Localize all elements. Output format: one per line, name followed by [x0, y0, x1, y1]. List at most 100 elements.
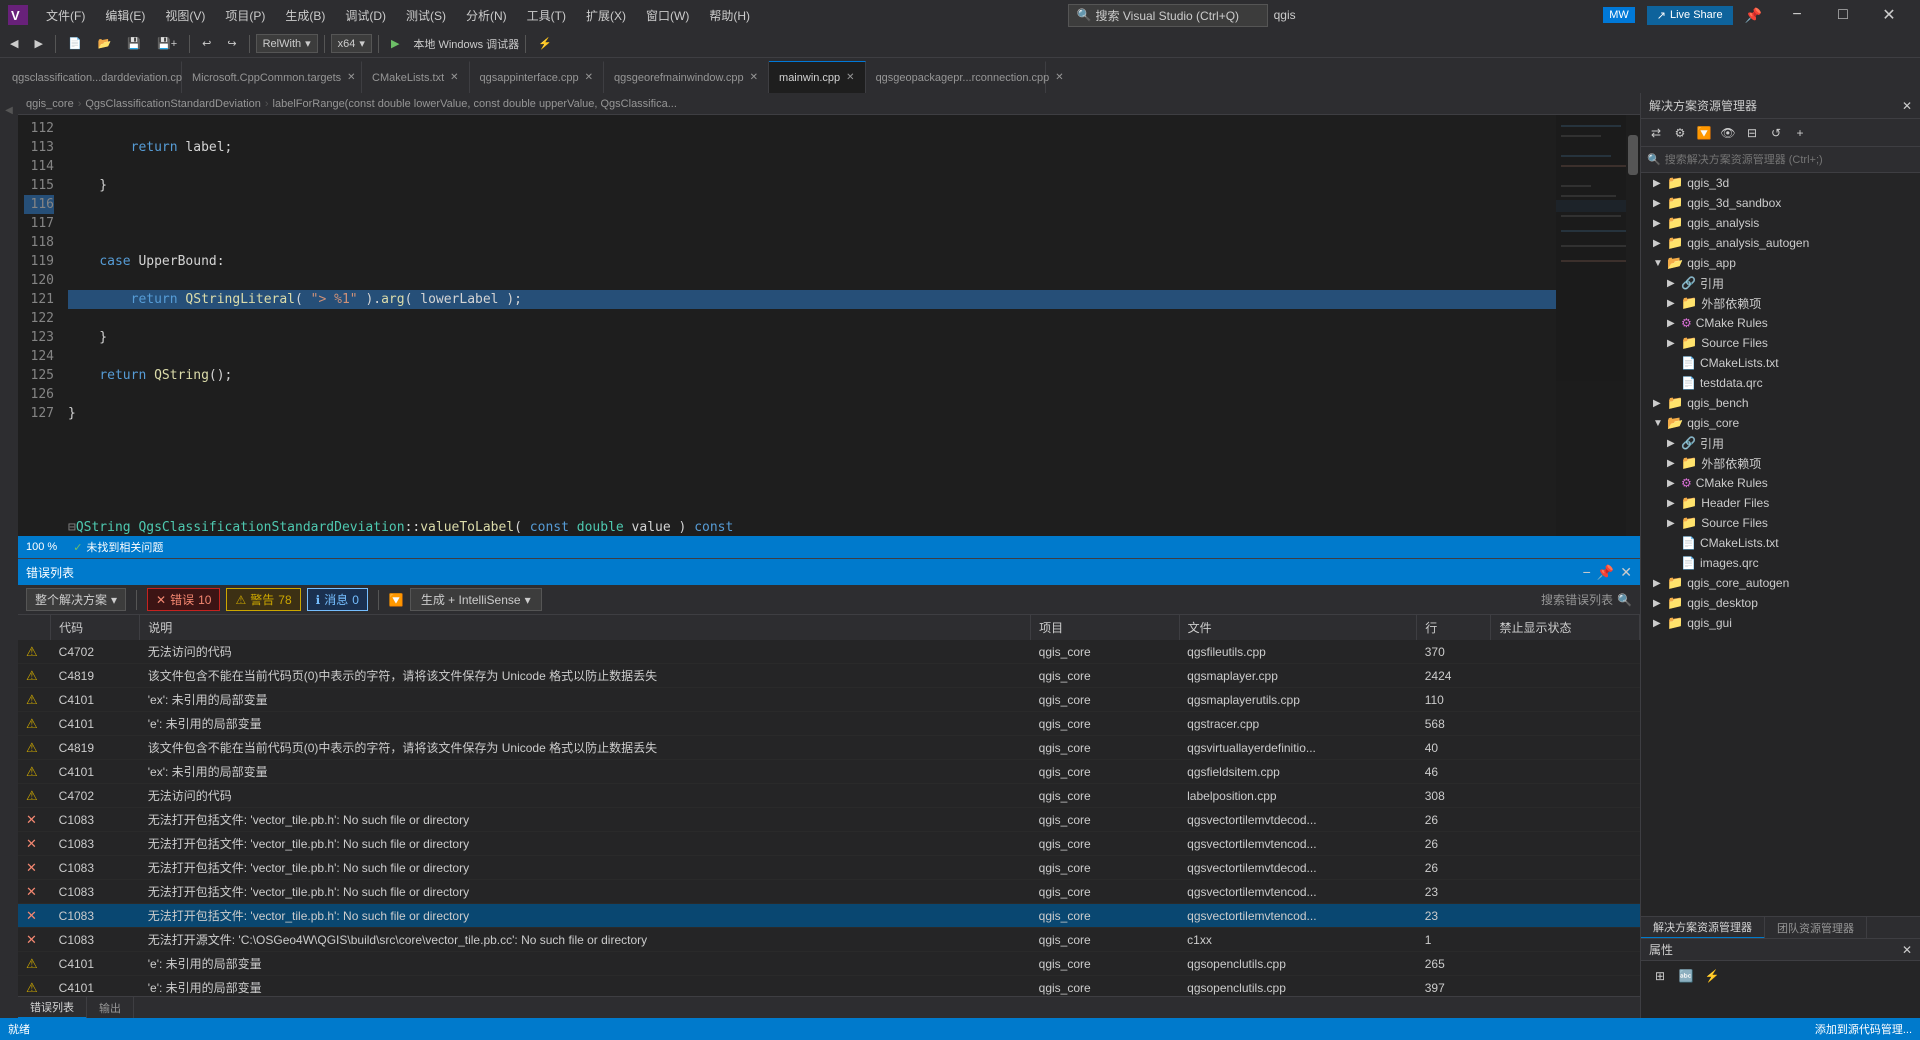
- panel-minimize-btn[interactable]: −: [1583, 564, 1591, 581]
- message-filter-btn[interactable]: ℹ 消息 0: [307, 588, 368, 611]
- undo-btn[interactable]: ↩: [196, 35, 217, 52]
- menu-window[interactable]: 窗口(W): [636, 3, 699, 28]
- tree-item-sourcefiles2[interactable]: ▶ 📁 Source Files: [1641, 513, 1920, 533]
- table-row[interactable]: ✕ C1083 无法打开包括文件: 'vector_tile.pb.h': No…: [18, 856, 1640, 880]
- se-refresh-btn[interactable]: ↺: [1765, 122, 1787, 144]
- col-header-suppress[interactable]: 禁止显示状态: [1491, 615, 1640, 640]
- table-row[interactable]: ✕ C1083 无法打开包括文件: 'vector_tile.pb.h': No…: [18, 904, 1640, 928]
- table-row[interactable]: ⚠ C4702 无法访问的代码 qgis_core labelposition.…: [18, 784, 1640, 808]
- table-row[interactable]: ⚠ C4101 'e': 未引用的局部变量 qgis_core qgstrace…: [18, 712, 1640, 736]
- tree-item-cmakerules2[interactable]: ▶ ⚙ CMake Rules: [1641, 473, 1920, 493]
- open-file-btn[interactable]: 📂: [92, 35, 118, 52]
- tab-qgsgeoref[interactable]: qgsgeorefmainwindow.cpp ✕: [604, 61, 769, 93]
- menu-view[interactable]: 视图(V): [155, 3, 215, 28]
- save-btn[interactable]: 💾: [121, 35, 147, 52]
- warning-filter-btn[interactable]: ⚠ 警告 78: [226, 588, 300, 611]
- menu-help[interactable]: 帮助(H): [699, 3, 760, 28]
- menu-tools[interactable]: 工具(T): [517, 3, 576, 28]
- tree-item-headerfiles[interactable]: ▶ 📁 Header Files: [1641, 493, 1920, 513]
- menu-file[interactable]: 文件(F): [36, 3, 95, 28]
- source-control-label[interactable]: 添加到源代码管理...: [1815, 1021, 1912, 1037]
- se-sync-btn[interactable]: ⇄: [1645, 122, 1667, 144]
- attach-btn[interactable]: ⚡: [532, 35, 558, 52]
- tree-item-qgisanalysis[interactable]: ▶ 📁 qgis_analysis: [1641, 213, 1920, 233]
- menu-build[interactable]: 生成(B): [275, 3, 335, 28]
- tree-item-qgisanalysisautogen[interactable]: ▶ 📁 qgis_analysis_autogen: [1641, 233, 1920, 253]
- tab-close[interactable]: ✕: [347, 72, 355, 83]
- platform-dropdown[interactable]: x64 ▾: [331, 34, 372, 53]
- col-header-line[interactable]: 行: [1417, 615, 1491, 640]
- code-content[interactable]: return label; } case UpperBound: return …: [60, 115, 1556, 536]
- scope-dropdown[interactable]: 整个解决方案 ▾: [26, 588, 126, 611]
- se-collapse-btn[interactable]: ⊟: [1741, 122, 1763, 144]
- se-tab-solution[interactable]: 解决方案资源管理器: [1641, 917, 1765, 939]
- tree-item-ref1[interactable]: ▶ 🔗 引用: [1641, 273, 1920, 293]
- tab-cppcmmon[interactable]: Microsoft.CppCommon.targets ✕: [182, 61, 362, 93]
- menu-debug[interactable]: 调试(D): [335, 3, 396, 28]
- tree-item-testdataqrc[interactable]: 📄 testdata.qrc: [1641, 373, 1920, 393]
- tab-close[interactable]: ✕: [450, 72, 458, 83]
- tree-item-qgisapp[interactable]: ▼ 📂 qgis_app: [1641, 253, 1920, 273]
- prop-sort-btn[interactable]: ⊞: [1649, 965, 1671, 987]
- panel-tab-output[interactable]: 输出: [87, 997, 134, 1019]
- redo-btn[interactable]: ↪: [221, 35, 242, 52]
- close-button[interactable]: ✕: [1866, 0, 1912, 30]
- table-row[interactable]: ⚠ C4819 该文件包含不能在当前代码页(0)中表示的字符，请将该文件保存为 …: [18, 736, 1640, 760]
- tab-close[interactable]: ✕: [846, 72, 854, 83]
- table-row[interactable]: ⚠ C4702 无法访问的代码 qgis_core qgsfileutils.c…: [18, 640, 1640, 664]
- tree-item-qgis3d[interactable]: ▶ 📁 qgis_3d: [1641, 173, 1920, 193]
- tab-close[interactable]: ✕: [750, 72, 758, 83]
- debug-config-dropdown[interactable]: RelWith ▾: [256, 34, 318, 53]
- table-row[interactable]: ✕ C1083 无法打开包括文件: 'vector_tile.pb.h': No…: [18, 832, 1640, 856]
- maximize-button[interactable]: □: [1820, 0, 1866, 30]
- table-row[interactable]: ⚠ C4101 'e': 未引用的局部变量 qgis_core qgsopenc…: [18, 976, 1640, 997]
- solution-tree[interactable]: ▶ 📁 qgis_3d ▶ 📁 qgis_3d_sandbox ▶ 📁 qgis…: [1641, 173, 1920, 916]
- se-preview-btn[interactable]: 👁: [1717, 122, 1739, 144]
- properties-close-btn[interactable]: ✕: [1902, 943, 1912, 957]
- nav-back-btn[interactable]: ◀: [4, 35, 24, 52]
- tab-close[interactable]: ✕: [1055, 72, 1063, 83]
- panel-tab-errors[interactable]: 错误列表: [18, 997, 87, 1019]
- tree-item-extdep2[interactable]: ▶ 📁 外部依赖项: [1641, 453, 1920, 473]
- minimize-button[interactable]: −: [1774, 0, 1820, 30]
- table-row[interactable]: ✕ C1083 无法打开包括文件: 'vector_tile.pb.h': No…: [18, 808, 1640, 832]
- panel-pin-btn[interactable]: 📌: [1597, 564, 1614, 581]
- menu-edit[interactable]: 编辑(E): [95, 3, 155, 28]
- new-file-btn[interactable]: 📄: [62, 35, 88, 52]
- table-row[interactable]: ⚠ C4101 'ex': 未引用的局部变量 qgis_core qgsmapl…: [18, 688, 1640, 712]
- tree-item-extdep1[interactable]: ▶ 📁 外部依赖项: [1641, 293, 1920, 313]
- se-tab-team[interactable]: 团队资源管理器: [1765, 917, 1867, 939]
- menu-project[interactable]: 项目(P): [215, 3, 275, 28]
- error-filter-btn[interactable]: ✕ 错误 10: [147, 588, 220, 611]
- tab-close[interactable]: ✕: [585, 72, 593, 83]
- se-filter-btn[interactable]: 🔽: [1693, 122, 1715, 144]
- search-box[interactable]: 🔍 搜索 Visual Studio (Ctrl+Q): [1068, 4, 1268, 27]
- tree-item-imagesqrc[interactable]: 📄 images.qrc: [1641, 553, 1920, 573]
- menu-analyze[interactable]: 分析(N): [456, 3, 517, 28]
- tab-qgsappinterface[interactable]: qgsappinterface.cpp ✕: [470, 61, 604, 93]
- tree-item-cmakerules1[interactable]: ▶ ⚙ CMake Rules: [1641, 313, 1920, 333]
- col-header-project[interactable]: 项目: [1031, 615, 1179, 640]
- tree-item-qgisgui[interactable]: ▶ 📁 qgis_gui: [1641, 613, 1920, 633]
- se-new-solution-btn[interactable]: +: [1789, 122, 1811, 144]
- start-debug-btn[interactable]: ▶: [385, 35, 405, 52]
- build-dropdown[interactable]: 生成 + IntelliSense ▾: [410, 588, 542, 611]
- table-row[interactable]: ⚠ C4101 'ex': 未引用的局部变量 qgis_core qgsfiel…: [18, 760, 1640, 784]
- col-header-code[interactable]: 代码: [51, 615, 140, 640]
- tab-qgsgeopackage[interactable]: qgsgeopackagepr...rconnection.cpp ✕: [866, 61, 1046, 93]
- prop-abc-btn[interactable]: 🔤: [1675, 965, 1697, 987]
- se-properties-btn[interactable]: ⚙: [1669, 122, 1691, 144]
- prop-events-btn[interactable]: ⚡: [1701, 965, 1723, 987]
- tree-item-qgiscoreautogen[interactable]: ▶ 📁 qgis_core_autogen: [1641, 573, 1920, 593]
- table-row[interactable]: ✕ C1083 无法打开源文件: 'C:\OSGeo4W\QGIS\build\…: [18, 928, 1640, 952]
- panel-close-btn[interactable]: ✕: [1620, 564, 1632, 581]
- error-table[interactable]: 代码 说明 项目 文件 行 禁止显示状态 ⚠ C4702 无法访问的代码 qgi…: [18, 615, 1640, 996]
- tree-item-ref2[interactable]: ▶ 🔗 引用: [1641, 433, 1920, 453]
- tab-mainwin[interactable]: mainwin.cpp ✕: [769, 61, 866, 93]
- bc-file[interactable]: QgsClassificationStandardDeviation: [85, 98, 260, 110]
- se-close-btn[interactable]: ✕: [1902, 99, 1912, 113]
- tree-item-qgis3dsandbox[interactable]: ▶ 📁 qgis_3d_sandbox: [1641, 193, 1920, 213]
- table-row[interactable]: ⚠ C4101 'e': 未引用的局部变量 qgis_core qgsopenc…: [18, 952, 1640, 976]
- tree-item-cmakelists2[interactable]: 📄 CMakeLists.txt: [1641, 533, 1920, 553]
- tree-item-qgisbench[interactable]: ▶ 📁 qgis_bench: [1641, 393, 1920, 413]
